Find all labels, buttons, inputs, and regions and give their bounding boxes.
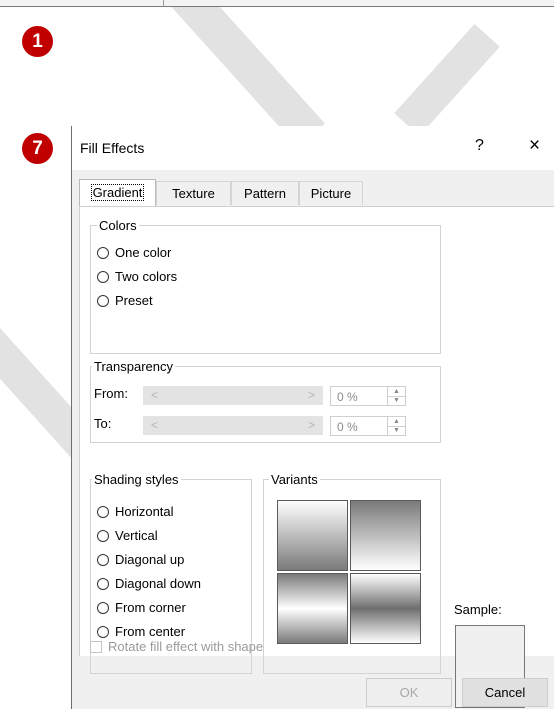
slider-right-arrow: > [307, 418, 315, 432]
radio-circle [97, 577, 109, 590]
radio-two-colors[interactable]: Two colors [97, 269, 177, 284]
previous-window-edge [0, 0, 554, 7]
radio-label: Vertical [115, 528, 158, 543]
radio-circle [97, 529, 109, 542]
radio-horizontal[interactable]: Horizontal [97, 504, 174, 519]
variant-swatch-2[interactable] [350, 500, 421, 571]
radio-label: Diagonal up [115, 552, 185, 567]
radio-label: One color [115, 245, 172, 260]
radio-diagonal-up[interactable]: Diagonal up [97, 552, 184, 567]
radio-label: From center [115, 624, 186, 639]
cancel-button[interactable]: Cancel [462, 678, 548, 707]
radio-circle [97, 505, 109, 518]
radio-label: Diagonal down [115, 576, 202, 591]
dialog-title: Fill Effects [80, 140, 145, 156]
radio-label: Horizontal [115, 504, 174, 519]
close-button[interactable]: × [529, 135, 540, 157]
tab-texture[interactable]: Texture [156, 181, 231, 205]
shading-styles-label: Shading styles [92, 472, 181, 487]
colors-group-label: Colors [97, 218, 139, 233]
tab-picture[interactable]: Picture [299, 181, 363, 205]
spinner-down-icon[interactable]: ▼ [388, 396, 405, 405]
step-badge-7: 7 [22, 133, 53, 164]
radio-diagonal-down[interactable]: Diagonal down [97, 576, 201, 591]
transparency-group-label: Transparency [92, 359, 175, 374]
radio-label: Preset [115, 293, 153, 308]
to-label: To: [94, 416, 112, 431]
radio-vertical[interactable]: Vertical [97, 528, 158, 543]
radio-circle [97, 553, 109, 566]
radio-circle [97, 246, 109, 259]
radio-one-color[interactable]: One color [97, 245, 171, 260]
spinner-buttons: ▲ ▼ [387, 417, 405, 435]
slider-left-arrow: < [151, 388, 159, 402]
help-button[interactable]: ? [475, 137, 484, 155]
spinner-value: 0 % [337, 420, 358, 434]
radio-from-corner[interactable]: From corner [97, 600, 186, 615]
title-bar: Fill Effects ? × [72, 126, 554, 170]
radio-circle [97, 625, 109, 638]
variant-swatch-1[interactable] [277, 500, 348, 571]
previous-window-divider [163, 0, 164, 7]
spinner-down-icon[interactable]: ▼ [388, 426, 405, 435]
from-slider[interactable]: < > [143, 386, 323, 405]
tab-pattern[interactable]: Pattern [231, 181, 299, 205]
sample-label: Sample: [454, 602, 502, 617]
step-badge-1: 1 [22, 26, 53, 57]
variant-swatch-3[interactable] [277, 573, 348, 644]
radio-from-center[interactable]: From center [97, 624, 185, 639]
rotate-checkbox[interactable]: Rotate fill effect with shape [90, 639, 263, 654]
watermark-stroke [394, 24, 500, 136]
from-percent-spinner[interactable]: 0 % ▲ ▼ [330, 386, 406, 406]
rotate-checkbox-label: Rotate fill effect with shape [108, 639, 264, 654]
radio-label: From corner [115, 600, 186, 615]
slider-left-arrow: < [151, 418, 159, 432]
from-label: From: [94, 386, 128, 401]
slider-right-arrow: > [307, 388, 315, 402]
variant-swatch-4[interactable] [350, 573, 421, 644]
checkbox-box [90, 640, 102, 653]
radio-preset[interactable]: Preset [97, 293, 153, 308]
gradient-panel: Colors One color Two colors Preset Trans… [79, 206, 554, 708]
fill-effects-dialog: Fill Effects ? × Gradient Texture Patter… [71, 126, 554, 709]
radio-label: Two colors [115, 269, 178, 284]
to-percent-spinner[interactable]: 0 % ▲ ▼ [330, 416, 406, 436]
radio-circle [97, 270, 109, 283]
variants-label: Variants [269, 472, 320, 487]
spinner-value: 0 % [337, 390, 358, 404]
radio-circle [97, 601, 109, 614]
radio-circle [97, 294, 109, 307]
spinner-buttons: ▲ ▼ [387, 387, 405, 405]
tab-gradient[interactable]: Gradient [79, 179, 156, 206]
to-slider[interactable]: < > [143, 416, 323, 435]
ok-button[interactable]: OK [366, 678, 452, 707]
